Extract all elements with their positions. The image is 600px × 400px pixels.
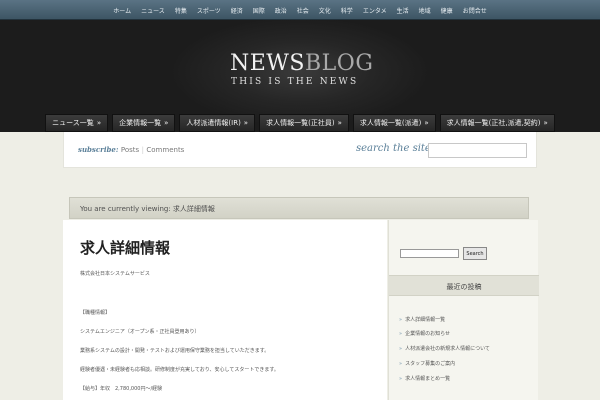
main-nav-tab[interactable]: 求人情報一覧(正社,派遣,契約)» [439, 114, 555, 132]
top-nav-item[interactable]: 政治 [270, 6, 292, 15]
top-nav-item[interactable]: ニュース [136, 6, 170, 15]
top-nav-item[interactable]: 国際 [248, 6, 270, 15]
posts-feed-link[interactable]: Posts [121, 146, 139, 154]
sidebar-link[interactable]: » 求人詳細情報一覧 [399, 316, 445, 323]
site-tagline: THIS IS THE NEWS [231, 77, 359, 87]
top-nav-item[interactable]: 特集 [170, 6, 192, 15]
site-logo[interactable]: NEWSBLOG [230, 51, 374, 76]
post-section-heading: 【職種情報】 [80, 310, 111, 316]
logo-word-blog: BLOG [305, 51, 374, 76]
sidebar-link-label: 企業情報のお知らせ [405, 331, 450, 337]
main-nav-tab[interactable]: 人材派遣情報(IR)» [179, 114, 256, 132]
sidebar-link[interactable]: » スタッフ募集のご案内 [399, 360, 455, 367]
dropdown-arrow-icon: » [164, 119, 169, 127]
sidebar-search-button[interactable]: Search [463, 247, 487, 260]
sidebar-widget-header: 最近の投稿 [389, 275, 539, 296]
bullet-arrow-icon: » [399, 376, 403, 382]
logo-word-news: NEWS [230, 51, 305, 76]
top-nav-item[interactable]: 科学 [336, 6, 358, 15]
current-view-text: You are currently viewing: 求人詳細情報 [80, 205, 215, 213]
sidebar-link-label: 求人詳細情報一覧 [405, 317, 446, 323]
post-salary-line: 【給与】年収 2,780,000円～/経験 [80, 386, 163, 392]
dropdown-arrow-icon: » [96, 119, 102, 127]
main-nav-tab[interactable]: ニュース一覧» [45, 114, 109, 132]
top-nav-item[interactable]: 生活 [392, 6, 414, 15]
bullet-arrow-icon: » [399, 317, 403, 323]
subscribe-area: subscribe: Posts | Comments [78, 145, 184, 154]
post-paragraph: 業務系システムの設計・開発・テストおよび運用保守業務を担当していただきます。 [80, 348, 270, 354]
sidebar: Search 最近の投稿 » 求人詳細情報一覧» 企業情報のお知らせ» 人材派遣会社の… [388, 220, 539, 400]
main-nav-tab[interactable]: 企業情報一覧» [112, 114, 176, 132]
sidebar-widget-title: 最近の投稿 [446, 283, 482, 291]
sidebar-link-label: スタッフ募集のご案内 [405, 361, 456, 367]
dropdown-arrow-icon: » [243, 119, 249, 127]
main-nav-tab[interactable]: 求人情報一覧(派遣)» [352, 114, 436, 132]
subscribe-separator: | [141, 146, 144, 154]
main-nav-label: 求人情報一覧(正社,派遣,契約) [446, 119, 541, 127]
main-navigation: ニュース一覧» 企業情報一覧» 人材派遣情報(IR)» 求人情報一覧(正社員)» 求人情… [0, 114, 600, 132]
post-company-line: 株式会社日本システムサービス [80, 271, 150, 277]
top-nav-item[interactable]: 地域 [414, 6, 436, 15]
top-nav-item[interactable]: 経済 [226, 6, 248, 15]
top-nav-item[interactable]: エンタメ [358, 6, 392, 15]
sidebar-link[interactable]: » 求人情報まとめ一覧 [399, 375, 450, 382]
top-nav-item[interactable]: お問合せ [458, 6, 492, 15]
site-search-input[interactable] [428, 143, 527, 158]
sidebar-search-input[interactable] [400, 249, 459, 258]
top-nav-item[interactable]: スポーツ [192, 6, 226, 15]
main-nav-label: ニュース一覧 [52, 119, 94, 127]
main-nav-tab[interactable]: 求人情報一覧(正社員)» [259, 114, 349, 132]
main-content: 求人詳細情報 株式会社日本システムサービス 【職種情報】 システムエンジニア（オ… [63, 220, 387, 400]
top-nav-item[interactable]: 文化 [314, 6, 336, 15]
top-navigation-list: ホーム ニュース 特集 スポーツ 経済 国際 政治 社会 文化 科学 エンタメ 生活 地域 健康 お問合せ [0, 0, 600, 20]
post-paragraph: システムエンジニア（オープン系・正社員登用あり） [80, 329, 200, 335]
post-title: 求人詳細情報 [80, 239, 171, 257]
subscribe-search-bar: subscribe: Posts | Comments search the s… [63, 132, 537, 168]
sidebar-link-label: 人材派遣会社の新規求人情報について [405, 346, 490, 352]
dropdown-arrow-icon: » [337, 119, 342, 127]
top-nav-item[interactable]: ホーム [108, 6, 136, 15]
dropdown-arrow-icon: » [424, 119, 429, 127]
bullet-arrow-icon: » [399, 361, 403, 367]
main-nav-label: 求人情報一覧(正社員) [266, 119, 335, 127]
sidebar-link[interactable]: » 企業情報のお知らせ [399, 330, 450, 337]
post-paragraph: 経験者優遇・未経験者も応相談。研修制度が充実しており、安心してスタートできます。 [80, 367, 279, 373]
search-site-label: search the site [356, 143, 431, 154]
dropdown-arrow-icon: » [543, 119, 548, 127]
top-nav-item[interactable]: 社会 [292, 6, 314, 15]
top-nav-item[interactable]: 健康 [436, 6, 458, 15]
bullet-arrow-icon: » [399, 346, 403, 352]
subscribe-label: subscribe: [78, 145, 119, 154]
top-navigation-bar: ホーム ニュース 特集 スポーツ 経済 国際 政治 社会 文化 科学 エンタメ 生活 地域 健康 お問合せ [0, 0, 600, 20]
main-nav-label: 企業情報一覧 [119, 119, 162, 127]
sidebar-link[interactable]: » 人材派遣会社の新規求人情報について [399, 345, 490, 352]
sidebar-link-label: 求人情報まとめ一覧 [405, 376, 451, 382]
comments-feed-link[interactable]: Comments [146, 146, 184, 154]
main-nav-label: 人材派遣情報(IR) [186, 119, 241, 127]
bullet-arrow-icon: » [399, 331, 403, 337]
current-view-bar: You are currently viewing: 求人詳細情報 [69, 197, 529, 219]
main-nav-label: 求人情報一覧(派遣) [359, 119, 422, 127]
